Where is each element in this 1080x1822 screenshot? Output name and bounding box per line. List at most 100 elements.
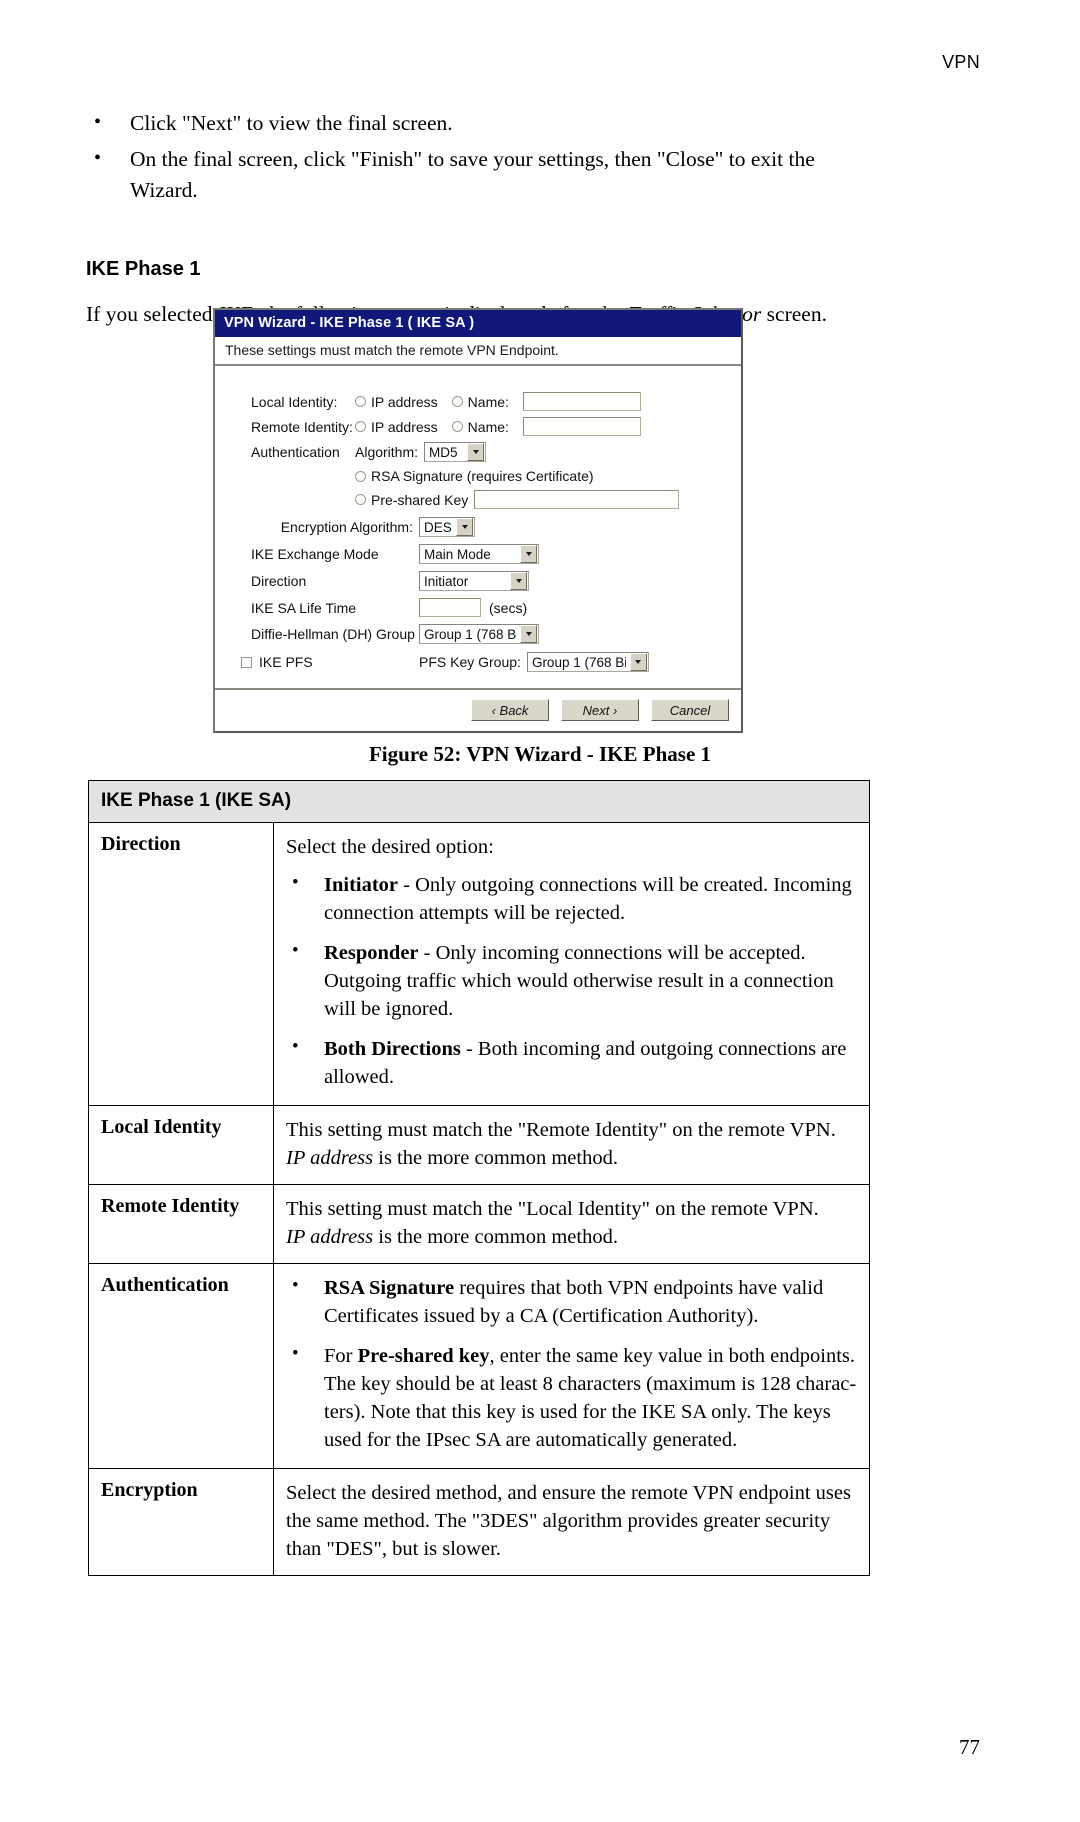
radio-icon[interactable] (451, 421, 463, 432)
encryption-algorithm-label: Encryption Algorithm: (280, 519, 413, 535)
list-item: For Pre-shared key, enter the same key v… (286, 1340, 857, 1454)
form-row-pre-shared-key: Pre-shared Key (227, 490, 729, 509)
dh-group-label: Diffie-Hellman (DH) Group (251, 626, 415, 642)
local-identity-ip-option[interactable]: IP address (355, 394, 438, 410)
row-key-local-identity: Local Identity (88, 1105, 274, 1185)
authentication-algorithm-select[interactable]: MD5 (424, 442, 487, 462)
form-row-ike-pfs: IKE PFS PFS Key Group: Group 1 (768 Bit) (227, 652, 729, 672)
pfs-key-group-label: PFS Key Group: (419, 654, 521, 670)
chevron-down-icon[interactable] (510, 572, 527, 590)
table-header-row: IKE Phase 1 (IKE SA) (88, 780, 870, 823)
intro-text-part3: screen. (761, 302, 827, 326)
table-row: Encryption Select the desired method, an… (88, 1468, 870, 1576)
table-row: Local Identity This setting must match t… (88, 1105, 870, 1185)
section-heading-ike-phase-1: IKE Phase 1 (86, 258, 201, 280)
ike-sa-life-time-label: IKE SA Life Time (251, 599, 357, 616)
page-number: 77 (959, 1735, 980, 1759)
chevron-down-icon[interactable] (467, 443, 485, 461)
list-item: Both Directions - Both incoming and outg… (286, 1033, 857, 1091)
list-item: Initiator - Only outgoing connections wi… (286, 869, 857, 927)
local-identity-desc-line2-rest: is the more common method. (373, 1147, 618, 1169)
chevron-down-icon[interactable] (456, 518, 473, 536)
page-header-vpn: VPN (942, 52, 980, 72)
option-name-responder: Responder (324, 942, 419, 964)
radio-icon[interactable] (355, 421, 366, 432)
local-identity-ip-label: IP address (371, 393, 438, 410)
term-ip-address: IP address (286, 1226, 374, 1248)
table-header-label: IKE Phase 1 (IKE SA) (88, 780, 870, 823)
rsa-signature-label: RSA Signature (requires Certificate) (371, 468, 594, 484)
pfs-key-group-select[interactable]: Group 1 (768 Bit) (526, 652, 649, 672)
authentication-algorithm-value: MD5 (429, 444, 458, 460)
option-name-both-directions: Both Directions (324, 1038, 461, 1060)
authentication-label: Authentication (251, 444, 340, 460)
chevron-down-icon[interactable] (629, 653, 647, 671)
form-row-rsa-signature: RSA Signature (requires Certificate) (227, 468, 729, 484)
direction-option-list: Initiator - Only outgoing connections wi… (286, 869, 857, 1091)
form-row-local-identity: Local Identity: IP address Name: (227, 392, 729, 411)
remote-identity-desc-line1: This setting must match the "Local Ident… (286, 1198, 819, 1220)
form-row-ike-exchange-mode: IKE Exchange Mode Main Mode (227, 544, 729, 564)
remote-identity-name-input[interactable] (522, 417, 641, 436)
instruction-bullet-list: Click "Next" to view the final screen. O… (86, 107, 876, 206)
option-name-pre-shared-key: Pre-shared key (357, 1345, 490, 1367)
local-identity-label: Local Identity: (251, 393, 338, 410)
pre-shared-key-option[interactable]: Pre-shared Key (355, 492, 468, 508)
back-button[interactable]: ‹ Back (471, 699, 549, 721)
radio-icon[interactable] (355, 470, 366, 482)
figure-caption: Figure 52: VPN Wizard - IKE Phase 1 (368, 742, 712, 766)
chevron-down-icon[interactable] (520, 545, 537, 563)
remote-identity-name-option[interactable]: Name: (451, 419, 509, 435)
local-identity-name-option[interactable]: Name: (451, 394, 509, 410)
rsa-signature-option[interactable]: RSA Signature (requires Certificate) (355, 468, 594, 484)
authentication-option-list: RSA Signature requires that both VPN end… (286, 1272, 857, 1454)
direction-value: Initiator (424, 573, 469, 589)
vpn-wizard-dialog: VPN Wizard - IKE Phase 1 ( IKE SA ) Thes… (213, 308, 743, 733)
dialog-button-bar: ‹ Back Next › Cancel (215, 690, 741, 731)
remote-identity-ip-option[interactable]: IP address (355, 419, 438, 435)
row-key-authentication: Authentication (88, 1263, 274, 1469)
pre-shared-key-input[interactable] (474, 490, 680, 509)
radio-icon[interactable] (355, 494, 366, 505)
form-row-remote-identity: Remote Identity: IP address Name: (227, 417, 729, 436)
ike-exchange-mode-label: IKE Exchange Mode (251, 546, 379, 562)
ike-sa-life-time-input[interactable] (419, 598, 481, 617)
option-name-initiator: Initiator (324, 874, 399, 896)
next-button[interactable]: Next › (561, 699, 639, 721)
radio-icon[interactable] (451, 396, 463, 407)
local-identity-desc-line2: IP address is the more common method. (286, 1144, 857, 1172)
direction-label: Direction (251, 573, 307, 589)
row-value-authentication: RSA Signature requires that both VPN end… (273, 1263, 870, 1469)
remote-identity-label: Remote Identity: (251, 418, 353, 435)
chevron-down-icon[interactable] (520, 625, 537, 643)
term-ip-address: IP address (286, 1147, 374, 1169)
pre-shared-key-label: Pre-shared Key (371, 491, 469, 508)
row-key-remote-identity: Remote Identity (88, 1184, 274, 1264)
cancel-button[interactable]: Cancel (651, 699, 729, 721)
ike-phase-1-reference-table: IKE Phase 1 (IKE SA) Direction Select th… (88, 780, 870, 1576)
radio-icon[interactable] (355, 396, 366, 407)
local-identity-desc-line1: This setting must match the "Remote Iden… (286, 1119, 836, 1141)
remote-identity-desc-line2-rest: is the more common method. (373, 1226, 618, 1248)
ike-pfs-checkbox-container[interactable]: IKE PFS (227, 654, 419, 670)
checkbox-icon[interactable] (241, 657, 252, 668)
encryption-algorithm-value: DES (424, 519, 452, 535)
encryption-algorithm-select[interactable]: DES (419, 517, 475, 537)
list-item: Click "Next" to view the final screen. (86, 107, 876, 139)
local-identity-name-input[interactable] (522, 392, 641, 411)
dh-group-value: Group 1 (768 Bit) (424, 626, 516, 642)
option-name-rsa-signature: RSA Signature (324, 1277, 455, 1299)
dh-group-select[interactable]: Group 1 (768 Bit) (419, 624, 539, 644)
option-prefix-pre-shared-key: For (324, 1345, 358, 1367)
ike-exchange-mode-select[interactable]: Main Mode (419, 544, 539, 564)
option-desc-initiator: - Only outgoing connections will be crea… (324, 874, 852, 924)
direction-select[interactable]: Initiator (419, 571, 529, 591)
figure-vpn-wizard-screenshot: VPN Wizard - IKE Phase 1 ( IKE SA ) Thes… (213, 308, 743, 733)
form-row-dh-group: Diffie-Hellman (DH) Group Group 1 (768 B… (227, 624, 729, 644)
remote-identity-ip-label: IP address (371, 418, 438, 435)
ike-exchange-mode-value: Main Mode (424, 546, 491, 562)
intro-text-part1: If you selected (86, 302, 218, 326)
pfs-key-group-value: Group 1 (768 Bit) (531, 654, 626, 670)
table-row: Remote Identity This setting must match … (88, 1184, 870, 1264)
algorithm-label: Algorithm: (355, 444, 419, 460)
